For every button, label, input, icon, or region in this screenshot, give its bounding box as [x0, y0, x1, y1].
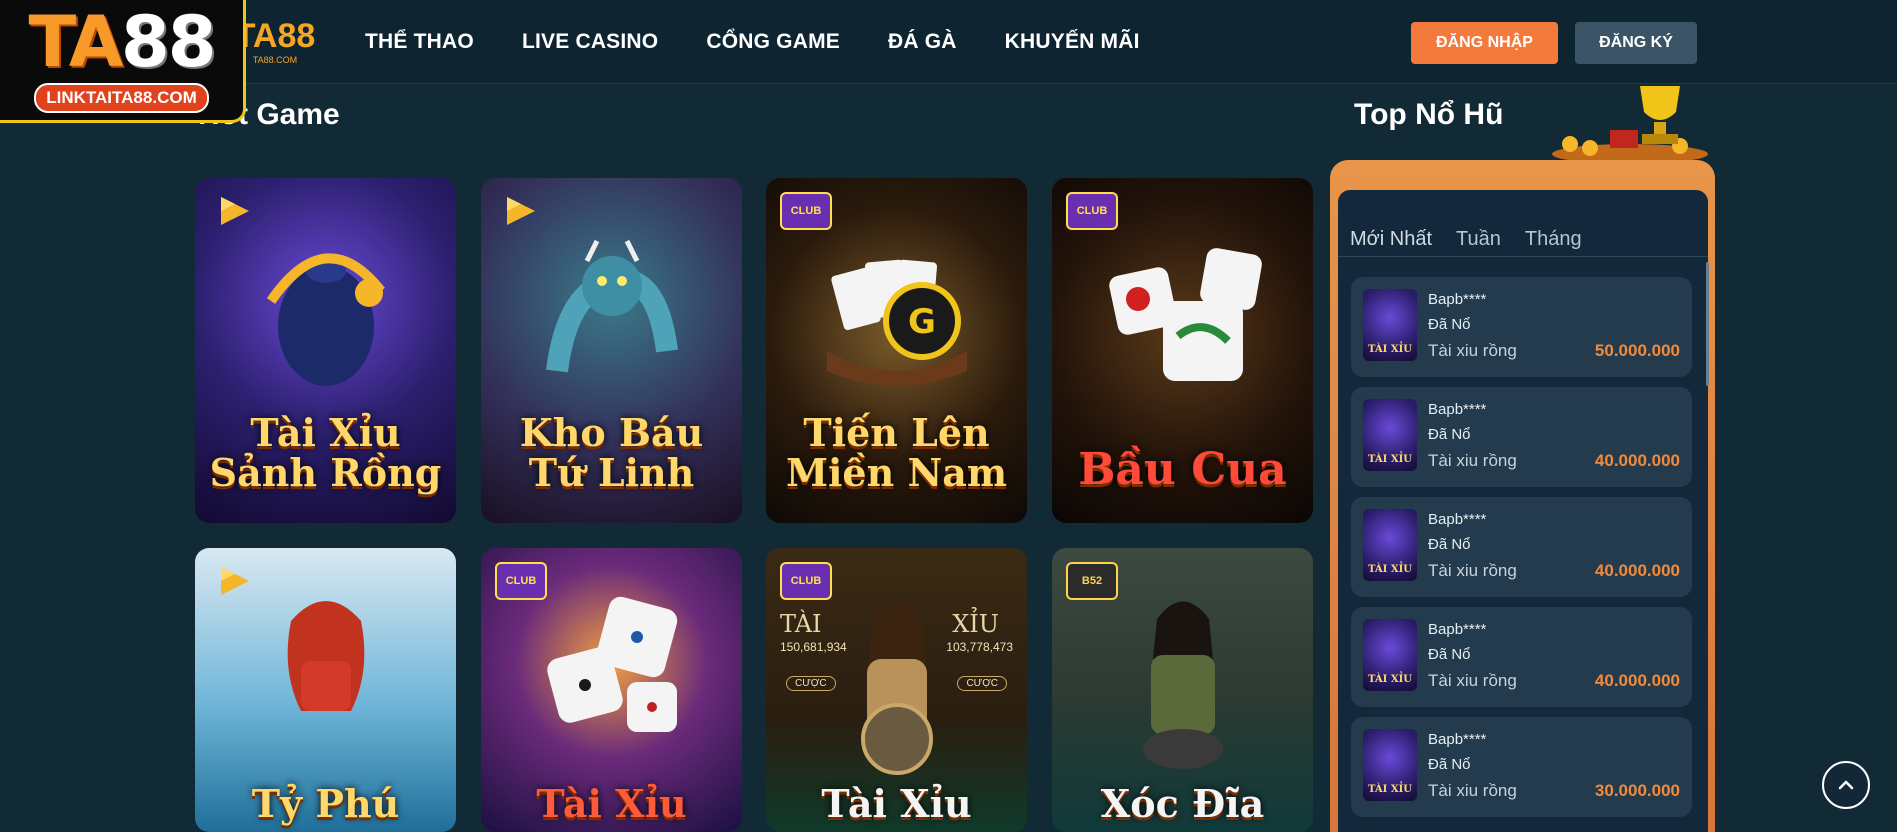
register-button[interactable]: ĐĂNG KÝ: [1575, 22, 1697, 64]
b52-badge-icon: B52: [1066, 562, 1118, 600]
entry-amount: 40.000.000: [1594, 561, 1680, 580]
site-header: TA88 TA88.COM THỂ THAO LIVE CASINO CỔNG …: [0, 0, 1897, 84]
dice-icon: [546, 597, 677, 733]
tai-value: 150,681,934: [780, 640, 847, 654]
dragon-icon: [545, 239, 678, 373]
dice-icon: [1108, 248, 1262, 381]
game-thumbnail: TÀI XỈU: [1363, 619, 1417, 691]
entry-user: Bapb****: [1428, 291, 1487, 308]
game-name: Xóc Đĩa: [1100, 781, 1265, 827]
game-card-kho-bau-tu-linh[interactable]: Kho Báu Tứ Linh: [481, 178, 742, 523]
game-card-tien-len-mien-nam[interactable]: CLUB G Tiến Lên Miền Nam: [766, 178, 1027, 523]
main-nav: THỂ THAO LIVE CASINO CỔNG GAME ĐÁ GÀ KHU…: [365, 0, 1188, 84]
entry-amount: 40.000.000: [1594, 671, 1680, 690]
brand-logo-url: LINKTAITA88.COM: [34, 83, 209, 113]
entry-status: Đã Nổ: [1428, 316, 1471, 333]
game-thumbnail: TÀI XỈU: [1363, 399, 1417, 471]
play-badge-icon: [209, 192, 261, 230]
entry-amount: 30.000.000: [1594, 781, 1680, 800]
scroll-to-top-button[interactable]: [1822, 761, 1870, 809]
tai-label: TÀI: [780, 610, 822, 638]
dealer-icon: [860, 601, 933, 776]
xiu-label: XỈU: [952, 610, 999, 638]
nav-live-casino[interactable]: LIVE CASINO: [522, 30, 658, 54]
nav-cong-game[interactable]: CỔNG GAME: [706, 30, 840, 54]
entry-game: Tài xiu rồng: [1428, 561, 1517, 580]
jackpot-entry[interactable]: TÀI XỈU Bapb**** Đã Nổ Tài xiu rồng 40.0…: [1351, 497, 1692, 597]
dice-cup-icon: [266, 253, 385, 386]
game-name: Tiến Lên Miền Nam: [785, 410, 1008, 496]
club-badge-icon: CLUB: [780, 562, 832, 600]
game-card-tai-xiu-sanh-rong[interactable]: Tài Xỉu Sảnh Rồng: [195, 178, 456, 523]
login-button[interactable]: ĐĂNG NHẬP: [1411, 22, 1558, 64]
nav-the-thao[interactable]: THỂ THAO: [365, 30, 474, 54]
club-badge-icon: CLUB: [780, 192, 832, 230]
list-scrollbar[interactable]: [1706, 262, 1709, 386]
tabs-divider: [1338, 256, 1708, 257]
game-thumbnail: TÀI XỈU: [1363, 509, 1417, 581]
game-card-xoc-dia[interactable]: B52 Xóc Đĩa: [1052, 548, 1313, 832]
game-card-tai-xiu-live[interactable]: CLUB TÀI XỈU 150,681,934 103,778,473 CƯỢ…: [766, 548, 1027, 832]
entry-game: Tài xiu rồng: [1428, 341, 1517, 360]
header-logo[interactable]: TA88 TA88.COM: [234, 12, 316, 72]
header-logo-text: TA88: [234, 17, 316, 55]
cuoc-button-right: CƯỢC: [957, 676, 1007, 691]
trophy-icon: [1552, 86, 1708, 162]
character-icon: [287, 600, 364, 711]
game-card-ty-phu[interactable]: Tỷ Phú: [195, 548, 456, 832]
entry-user: Bapb****: [1428, 511, 1487, 528]
game-name: Tài Xỉu: [821, 781, 972, 827]
entry-status: Đã Nổ: [1428, 536, 1471, 553]
dealer-icon: [1142, 601, 1223, 770]
top-no-hu-tabs: Mới Nhất Tuần Tháng: [1350, 228, 1606, 251]
top-no-hu-title: Top Nổ Hũ: [1354, 98, 1504, 131]
tab-tuan[interactable]: Tuần: [1456, 228, 1501, 251]
entry-amount: 40.000.000: [1594, 451, 1680, 470]
brand-logo-overlay[interactable]: TA88 LINKTAITA88.COM: [0, 0, 246, 123]
entry-amount: 50.000.000: [1594, 341, 1680, 360]
brand-logo-88: 88: [121, 1, 216, 83]
game-thumbnail: TÀI XỈU: [1363, 289, 1417, 361]
game-thumbnail: TÀI XỈU: [1363, 729, 1417, 801]
jackpot-entry[interactable]: TÀI XỈU Bapb**** Đã Nổ Tài xiu rồng 40.0…: [1351, 387, 1692, 487]
entry-user: Bapb****: [1428, 401, 1487, 418]
nav-khuyen-mai[interactable]: KHUYẾN MÃI: [1005, 30, 1140, 54]
entry-game: Tài xiu rồng: [1428, 781, 1517, 800]
chevron-up-icon: [1838, 780, 1854, 790]
entry-user: Bapb****: [1428, 621, 1487, 638]
xiu-value: 103,778,473: [946, 640, 1013, 654]
entry-user: Bapb****: [1428, 731, 1487, 748]
cards-chip-icon: G: [826, 259, 967, 386]
game-name: Tài Xỉu: [536, 781, 687, 827]
jackpot-entry[interactable]: TÀI XỈU Bapb**** Đã Nổ Tài xiu rồng 50.0…: [1351, 277, 1692, 377]
tab-thang[interactable]: Tháng: [1525, 228, 1582, 251]
tab-moi-nhat[interactable]: Mới Nhất: [1350, 228, 1432, 251]
entry-status: Đã Nổ: [1428, 426, 1471, 443]
entry-status: Đã Nổ: [1428, 756, 1471, 773]
game-name: Kho Báu Tứ Linh: [519, 410, 704, 496]
play-badge-icon: [495, 192, 547, 230]
club-badge-icon: CLUB: [1066, 192, 1118, 230]
jackpot-entry[interactable]: TÀI XỈU Bapb**** Đã Nổ Tài xiu rồng 30.0…: [1351, 717, 1692, 817]
game-card-bau-cua[interactable]: CLUB Bầu Cua: [1052, 178, 1313, 523]
svg-text:G: G: [908, 302, 936, 342]
cuoc-button-left: CƯỢC: [786, 676, 836, 691]
brand-logo-mark: TA88: [29, 7, 217, 77]
game-name: Tỷ Phú: [251, 781, 400, 827]
entry-game: Tài xiu rồng: [1428, 451, 1517, 470]
jackpot-entry[interactable]: TÀI XỈU Bapb**** Đã Nổ Tài xiu rồng 40.0…: [1351, 607, 1692, 707]
game-name: Bầu Cua: [1078, 443, 1287, 495]
game-card-tai-xiu[interactable]: CLUB Tài Xỉu: [481, 548, 742, 832]
entry-game: Tài xiu rồng: [1428, 671, 1517, 690]
brand-logo-ta: TA: [28, 1, 123, 83]
header-logo-url: TA88.COM: [252, 55, 298, 65]
game-name: Tài Xỉu Sảnh Rồng: [209, 410, 442, 496]
nav-da-ga[interactable]: ĐÁ GÀ: [888, 30, 957, 54]
entry-status: Đã Nổ: [1428, 646, 1471, 663]
